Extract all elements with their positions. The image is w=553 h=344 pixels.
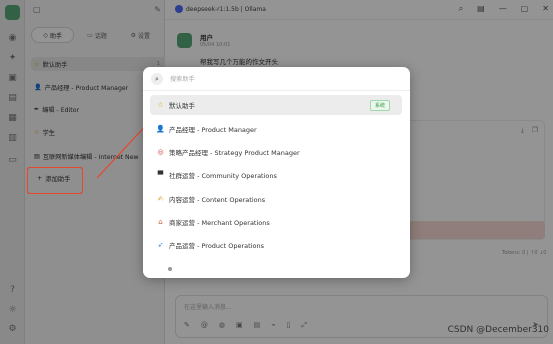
shop-icon: ⌂ bbox=[158, 218, 163, 226]
more-indicator bbox=[168, 267, 172, 271]
search-icon: ⌕ bbox=[151, 73, 163, 85]
modal-item-merchant-ops[interactable]: ⌂ 商家运营 - Merchant Operations bbox=[150, 212, 402, 232]
star-icon: ☆ bbox=[157, 101, 164, 109]
assistant-picker-modal: ⌕ 搜索助手 ☆ 默认助手 系统 👤 产品经理 - Product Manage… bbox=[143, 67, 410, 278]
person-icon: 👤 bbox=[156, 125, 165, 133]
modal-item-community-ops[interactable]: ▀ 社群运营 - Community Operations bbox=[150, 165, 402, 185]
app-window: ◉ ✦ ▣ ▤ ▦ ▥ ▭ ? ☼ ⚙ ▢ ✎ ◇ 助手 ▭ 话题 ⚙ 设置 ☆… bbox=[0, 0, 553, 344]
rocket-icon: ➶ bbox=[157, 241, 164, 249]
system-badge: 系统 bbox=[369, 100, 390, 111]
modal-item-strategy-pm[interactable]: ◎ 策略产品经理 - Strategy Product Manager bbox=[150, 142, 402, 162]
modal-item-content-ops[interactable]: ✍ 内容运营 - Content Operations bbox=[150, 189, 402, 209]
assistant-search-input[interactable]: 搜索助手 bbox=[170, 74, 195, 83]
hat-icon: ▀ bbox=[157, 171, 164, 179]
modal-item-product-ops[interactable]: ➶ 产品运营 - Product Operations bbox=[150, 235, 402, 255]
writing-hand-icon: ✍ bbox=[157, 195, 164, 203]
target-icon: ◎ bbox=[157, 148, 164, 156]
assistant-search: ⌕ 搜索助手 bbox=[143, 67, 410, 91]
modal-item-product-manager[interactable]: 👤 产品经理 - Product Manager bbox=[150, 119, 402, 139]
modal-item-default[interactable]: ☆ 默认助手 系统 bbox=[150, 95, 402, 115]
